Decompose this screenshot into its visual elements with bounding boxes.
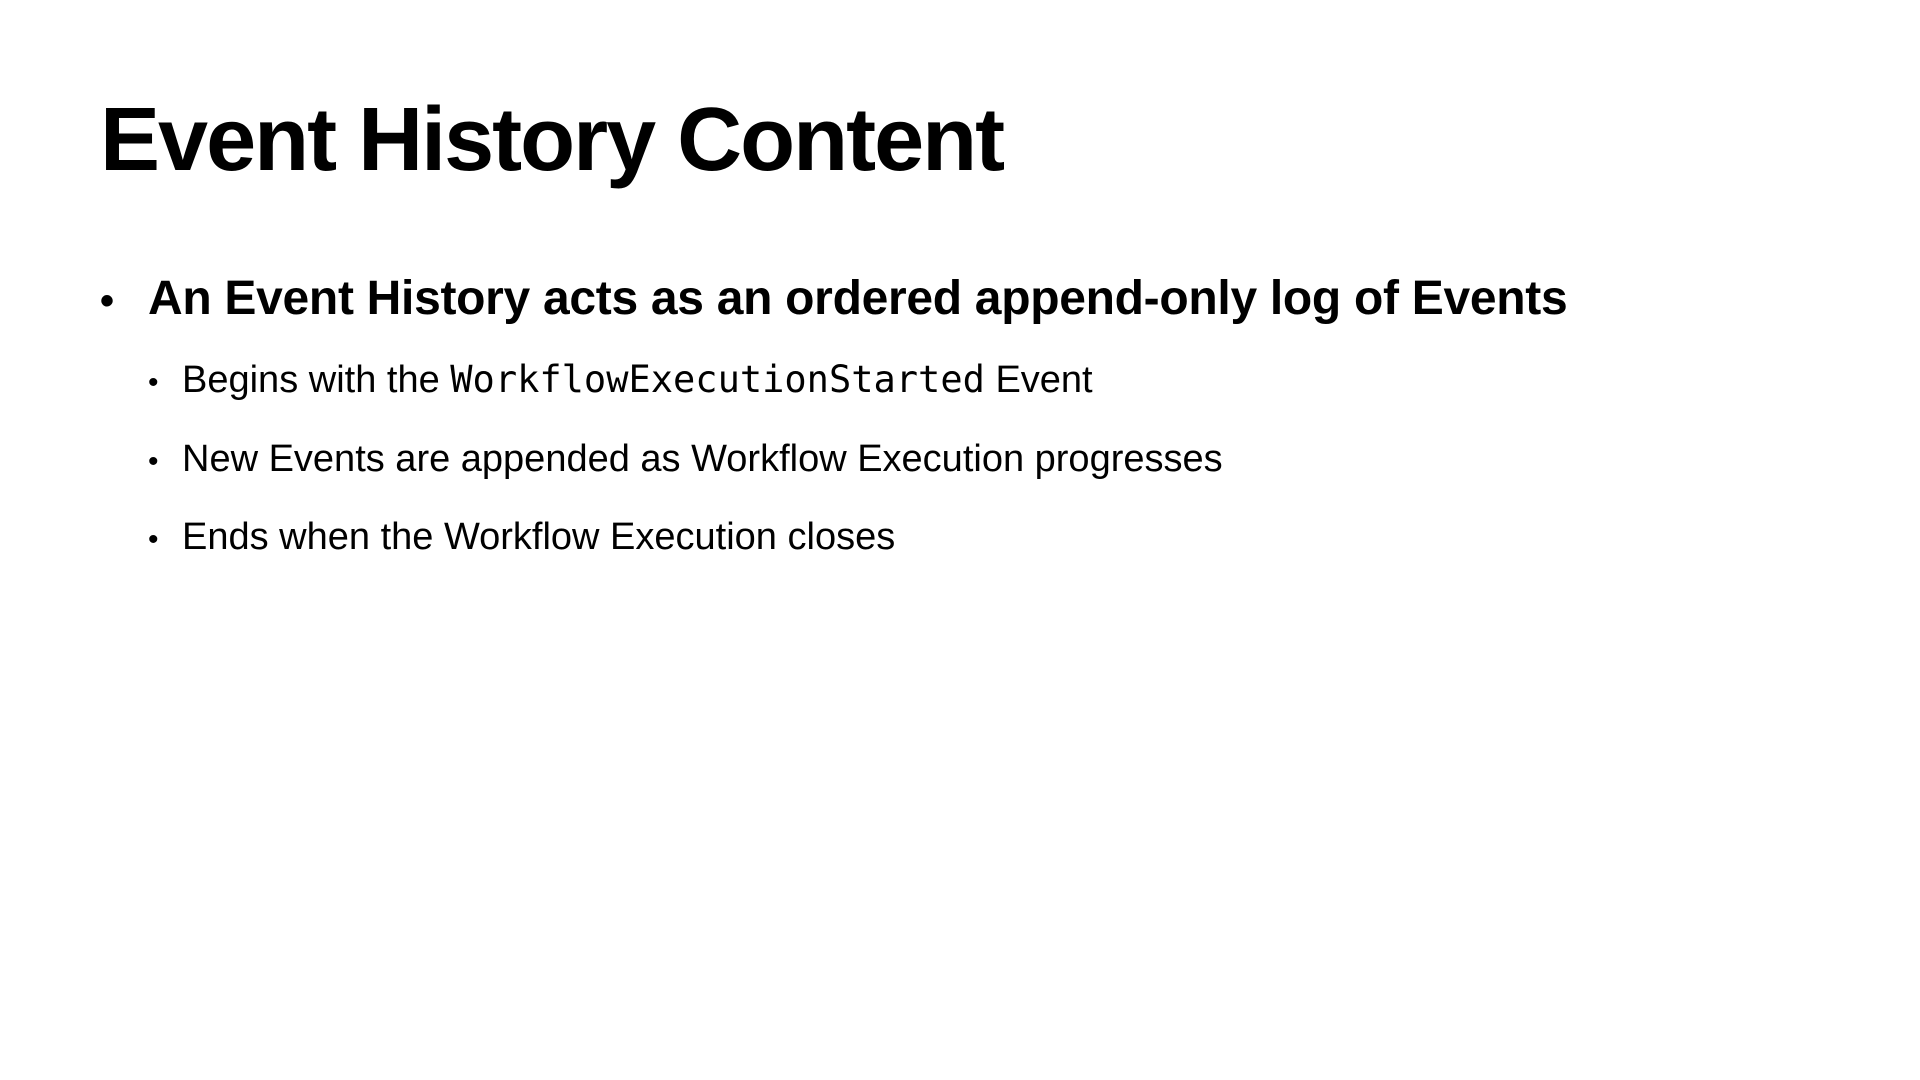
sub-bullet-suffix: Event: [984, 359, 1093, 401]
sub-bullet-prefix: Begins with the: [182, 359, 451, 401]
bullet-marker: •: [100, 279, 115, 323]
sub-bullet-ends: • Ends when the Workflow Execution close…: [148, 518, 895, 556]
sub-bullet-begins: • Begins with the WorkflowExecutionStart…: [148, 361, 1093, 399]
sub-bullet-text: Ends when the Workflow Execution closes: [182, 516, 896, 558]
main-bullet-text: An Event History acts as an ordered appe…: [148, 272, 1568, 325]
sub-bullet-marker: •: [148, 366, 159, 399]
slide-title: Event History Content: [100, 90, 1005, 190]
slide: Event History Content • An Event History…: [0, 0, 1920, 1080]
sub-bullet-text: New Events are appended as Workflow Exec…: [182, 438, 1223, 480]
code-event-name: WorkflowExecutionStarted: [450, 358, 985, 401]
main-bullet: • An Event History acts as an ordered ap…: [100, 272, 1568, 325]
sub-bullet-text: Begins with the WorkflowExecutionStarted…: [182, 361, 1093, 399]
sub-bullet-marker: •: [148, 445, 159, 478]
sub-bullet-appended: • New Events are appended as Workflow Ex…: [148, 440, 1223, 478]
sub-bullet-marker: •: [148, 523, 159, 556]
